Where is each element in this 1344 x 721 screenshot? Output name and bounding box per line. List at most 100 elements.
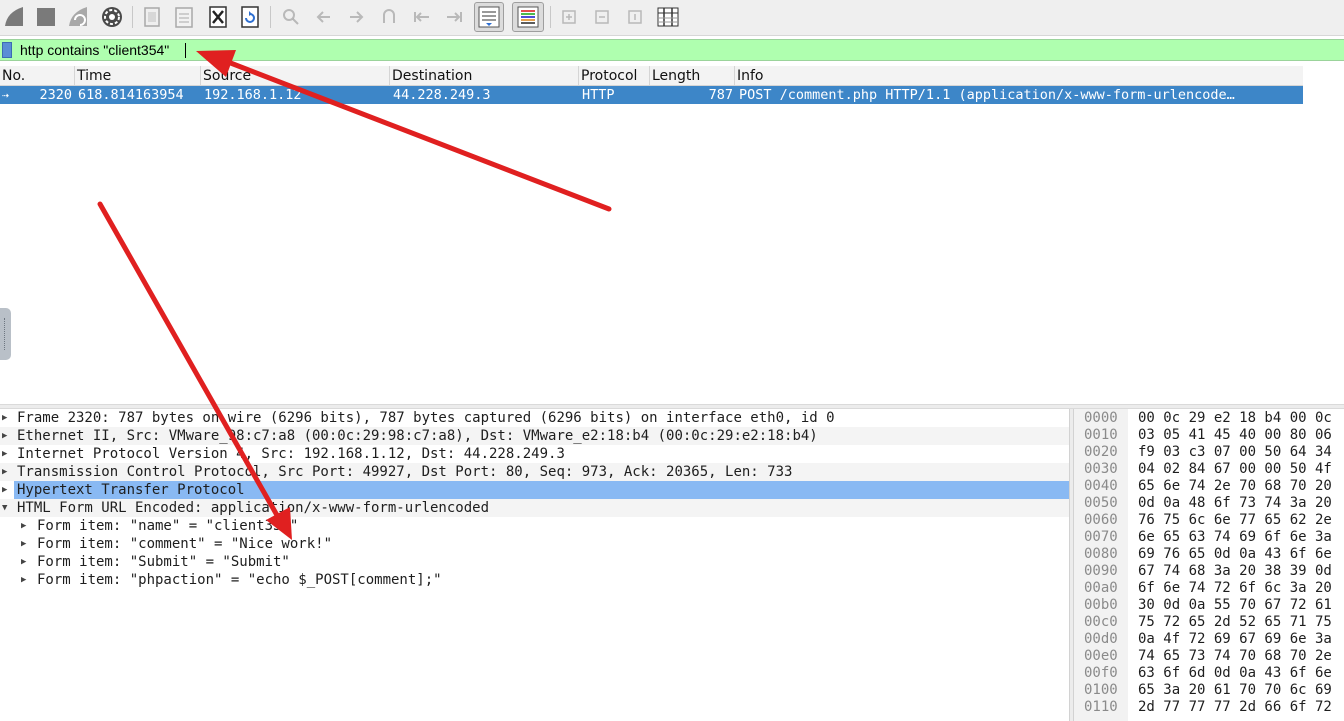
tree-item-form-phpaction[interactable]: ▶ Form item: "phpaction" = "echo $_POST[…: [0, 571, 1069, 589]
open-file-button[interactable]: [138, 3, 166, 31]
byte-hex: 67 74 68 3a 20 38 39 0d: [1138, 563, 1332, 579]
zoom-in-button[interactable]: [555, 3, 583, 31]
open-file-icon: [144, 7, 160, 27]
byte-offset: 0050: [1084, 495, 1118, 511]
zoom-out-button[interactable]: [588, 3, 616, 31]
byte-offset: 0020: [1084, 444, 1118, 460]
toolbar-separator: [550, 6, 551, 28]
main-toolbar: [0, 0, 1344, 36]
byte-offset: 0090: [1084, 563, 1118, 579]
go-back-button[interactable]: [310, 3, 338, 31]
tree-item-label: Form item: "comment" = "Nice work!": [37, 536, 333, 552]
byte-offset: 00f0: [1084, 665, 1118, 681]
byte-hex: 6e 65 63 74 69 6f 6e 3a: [1138, 529, 1332, 545]
start-capture-button[interactable]: [0, 3, 28, 31]
tree-item-label: Internet Protocol Version 4, Src: 192.16…: [17, 446, 565, 462]
go-last-icon: [447, 12, 462, 22]
find-packet-button[interactable]: [277, 3, 305, 31]
byte-offset: 0110: [1084, 699, 1118, 715]
column-header-source[interactable]: Source: [201, 66, 390, 86]
column-header-info[interactable]: Info: [735, 66, 1303, 86]
tree-item-form-submit[interactable]: ▶ Form item: "Submit" = "Submit": [0, 553, 1069, 571]
expand-arrow-icon[interactable]: ▶: [21, 535, 31, 553]
colorize-icon: [517, 6, 539, 28]
find-packet-icon: [283, 9, 299, 25]
filter-bookmark-icon[interactable]: [2, 42, 12, 58]
tree-item-label: Frame 2320: 787 bytes on wire (6296 bits…: [17, 410, 835, 426]
byte-hex: 0d 0a 48 6f 73 74 3a 20: [1138, 495, 1332, 511]
auto-scroll-button[interactable]: [474, 2, 504, 32]
normal-size-button[interactable]: [621, 3, 649, 31]
packet-details-pane: ▶ Frame 2320: 787 bytes on wire (6296 bi…: [0, 409, 1069, 721]
tree-item-label: Form item: "name" = "client354": [37, 518, 299, 534]
tree-item-form-comment[interactable]: ▶ Form item: "comment" = "Nice work!": [0, 535, 1069, 553]
capture-options-button[interactable]: [98, 3, 126, 31]
byte-hex: 75 72 65 2d 52 65 71 75: [1138, 614, 1332, 630]
column-header-destination[interactable]: Destination: [390, 66, 579, 86]
expand-arrow-icon[interactable]: ▶: [2, 445, 12, 463]
go-last-button[interactable]: [440, 3, 468, 31]
byte-hex: 74 65 73 74 70 68 70 2e: [1138, 648, 1332, 664]
tree-item-label: Form item: "Submit" = "Submit": [37, 554, 290, 570]
byte-hex: 6f 6e 74 72 6f 6c 3a 20: [1138, 580, 1332, 596]
packet-row-selected[interactable]: ⇢ 2320 618.814163954 192.168.1.12 44.228…: [0, 86, 1303, 104]
packet-time: 618.814163954: [78, 87, 184, 103]
stop-capture-button[interactable]: [32, 3, 60, 31]
go-first-button[interactable]: [408, 3, 436, 31]
byte-offset: 00c0: [1084, 614, 1118, 630]
expand-arrow-icon[interactable]: ▶: [2, 427, 12, 445]
column-header-length[interactable]: Length: [650, 66, 735, 86]
go-back-icon: [316, 11, 330, 23]
tree-item-ethernet[interactable]: ▶ Ethernet II, Src: VMware_98:c7:a8 (00:…: [0, 427, 1069, 445]
toolbar-separator: [132, 6, 133, 28]
tree-item-http[interactable]: ▶ Hypertext Transfer Protocol: [0, 481, 1069, 499]
save-file-button[interactable]: [170, 3, 198, 31]
packet-protocol: HTTP: [582, 87, 615, 103]
expand-arrow-icon[interactable]: ▶: [2, 481, 12, 499]
tree-item-form-name[interactable]: ▶ Form item: "name" = "client354": [0, 517, 1069, 535]
packet-list-header: No. Time Source Destination Protocol Len…: [0, 66, 1303, 86]
expand-arrow-icon[interactable]: ▶: [21, 553, 31, 571]
tree-item-tcp[interactable]: ▶ Transmission Control Protocol, Src Por…: [0, 463, 1069, 481]
sidebar-toggle-handle[interactable]: [0, 308, 11, 360]
expand-arrow-icon[interactable]: ▶: [2, 409, 12, 427]
packet-length: 787: [708, 87, 733, 103]
close-file-button[interactable]: [204, 3, 232, 31]
toolbar-separator: [270, 6, 271, 28]
expand-arrow-icon[interactable]: ▶: [21, 517, 31, 535]
column-header-time[interactable]: Time: [75, 66, 201, 86]
display-filter-input[interactable]: [16, 40, 1336, 60]
tree-item-html-form[interactable]: ▼ HTML Form URL Encoded: application/x-w…: [0, 499, 1069, 517]
go-first-icon: [414, 12, 429, 22]
tree-item-frame[interactable]: ▶ Frame 2320: 787 bytes on wire (6296 bi…: [0, 409, 1069, 427]
expand-arrow-icon[interactable]: ▶: [21, 571, 31, 589]
colorize-button[interactable]: [512, 2, 544, 32]
byte-offset: 00e0: [1084, 648, 1118, 664]
tree-item-ipv4[interactable]: ▶ Internet Protocol Version 4, Src: 192.…: [0, 445, 1069, 463]
tree-item-label: Ethernet II, Src: VMware_98:c7:a8 (00:0c…: [17, 428, 818, 444]
expand-arrow-icon[interactable]: ▶: [2, 463, 12, 481]
save-file-icon: [175, 7, 193, 28]
byte-hex: 63 6f 6d 0d 0a 43 6f 6e: [1138, 665, 1332, 681]
tree-item-label: HTML Form URL Encoded: application/x-www…: [17, 500, 490, 516]
collapse-arrow-icon[interactable]: ▼: [2, 499, 12, 517]
byte-hex: 69 76 65 0d 0a 43 6f 6e: [1138, 546, 1332, 562]
go-to-packet-button[interactable]: [375, 3, 403, 31]
tree-item-label: Transmission Control Protocol, Src Port:…: [17, 464, 793, 480]
go-forward-button[interactable]: [342, 3, 370, 31]
packet-info: POST /comment.php HTTP/1.1 (application/…: [739, 87, 1235, 103]
byte-offset: 0000: [1084, 410, 1118, 426]
column-header-no[interactable]: No.: [0, 66, 75, 86]
reload-file-button[interactable]: [236, 3, 264, 31]
byte-hex: 00 0c 29 e2 18 b4 00 0c: [1138, 410, 1332, 426]
restart-capture-button[interactable]: [64, 3, 92, 31]
normal-size-icon: [628, 10, 642, 24]
resize-columns-button[interactable]: [654, 3, 682, 31]
go-forward-icon: [350, 11, 364, 23]
column-header-protocol[interactable]: Protocol: [579, 66, 650, 86]
byte-hex: 0a 4f 72 69 67 69 6e 3a: [1138, 631, 1332, 647]
zoom-in-icon: [562, 10, 576, 24]
byte-hex: 65 6e 74 2e 70 68 70 20: [1138, 478, 1332, 494]
byte-hex: 03 05 41 45 40 00 80 06: [1138, 427, 1332, 443]
stop-capture-icon: [37, 8, 55, 26]
